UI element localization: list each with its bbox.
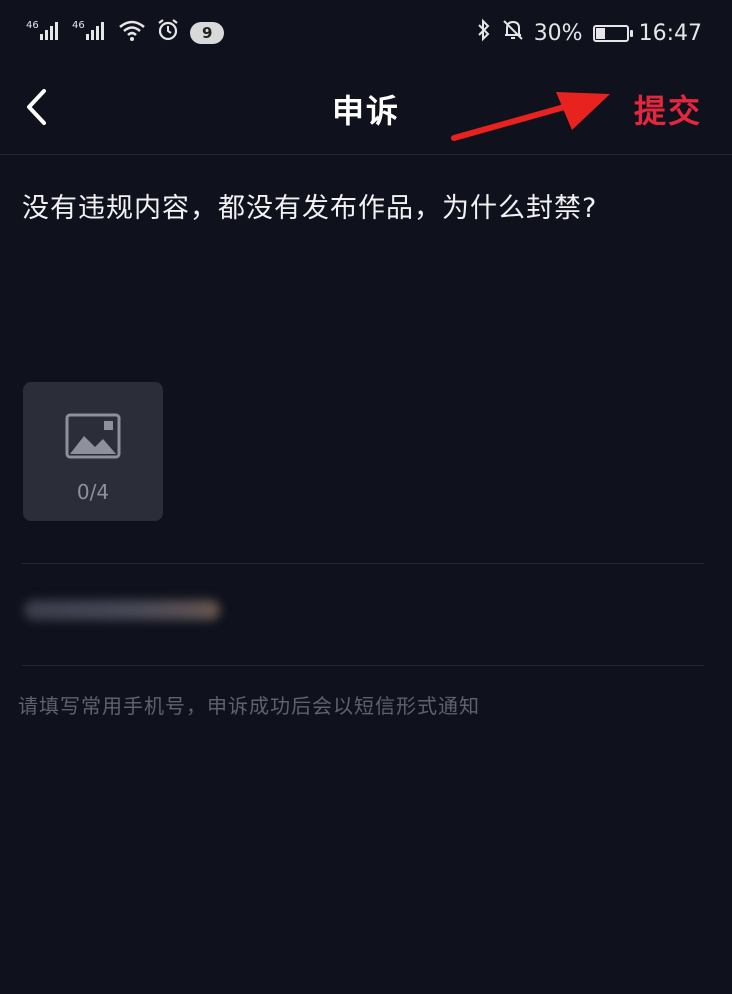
page-title: 申诉 xyxy=(331,92,400,130)
battery-icon xyxy=(592,24,633,42)
battery-level xyxy=(595,27,605,39)
svg-text:46: 46 xyxy=(72,20,85,31)
appeal-screen: 46 46 9 30% 16:47 申诉 提交 没有违规内容，都没有发布作品，为… xyxy=(0,0,732,994)
status-right-group: 30% 16:47 xyxy=(476,18,702,48)
bluetooth-icon xyxy=(476,18,492,48)
status-bar: 46 46 9 30% 16:47 xyxy=(0,0,732,66)
signal-icon: 46 xyxy=(72,18,108,48)
annotation-arrow-icon xyxy=(451,92,610,141)
clock: 16:47 xyxy=(638,20,702,46)
phone-number-redacted xyxy=(24,600,220,620)
divider xyxy=(22,563,704,564)
nav-bar: 申诉 提交 xyxy=(0,66,732,155)
appeal-description-input[interactable]: 没有违规内容，都没有发布作品，为什么封禁? xyxy=(22,186,710,225)
add-image-button[interactable]: 0/4 xyxy=(23,382,163,521)
status-left-group: 46 46 9 xyxy=(26,18,225,48)
mute-icon xyxy=(502,18,524,48)
signal-icon: 46 xyxy=(26,18,62,48)
alarm-icon xyxy=(156,18,180,48)
submit-button[interactable]: 提交 xyxy=(634,86,702,132)
image-count: 0/4 xyxy=(76,480,110,504)
image-icon xyxy=(65,412,121,464)
wifi-icon xyxy=(118,18,146,48)
divider xyxy=(22,665,704,666)
phone-number-input[interactable] xyxy=(18,582,228,634)
battery-percent: 30% xyxy=(533,20,583,46)
svg-text:46: 46 xyxy=(26,20,39,31)
notification-count-badge: 9 xyxy=(190,22,225,44)
phone-hint-text: 请填写常用手机号，申诉成功后会以短信形式通知 xyxy=(18,694,480,718)
